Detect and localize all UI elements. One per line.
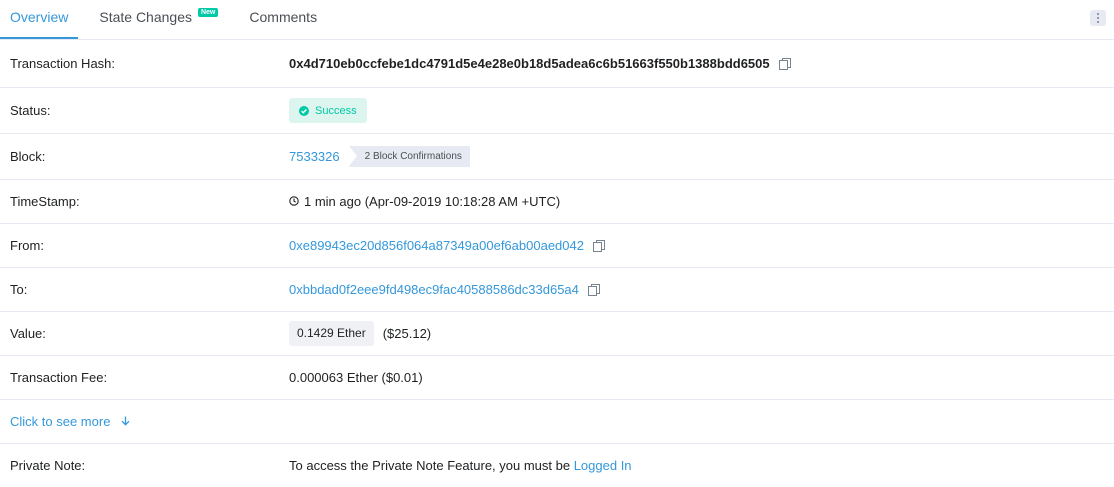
timestamp-value: 1 min ago (Apr-09-2019 10:18:28 AM +UTC) xyxy=(304,194,561,209)
timestamp-label: TimeStamp: xyxy=(10,194,80,209)
tab-overview-label: Overview xyxy=(10,9,69,25)
private-note-label: Private Note: xyxy=(10,458,86,473)
status-label: Status: xyxy=(10,103,51,118)
see-more-link[interactable]: Click to see more xyxy=(10,414,130,429)
block-number-link[interactable]: 7533326 xyxy=(289,149,340,164)
transaction-hash-value: 0x4d710eb0ccfebe1dc4791d5e4e28e0b18d5ade… xyxy=(289,56,770,71)
to-address-link[interactable]: 0xbbdad0f2eee9fd498ec9fac40588586dc33d65… xyxy=(289,282,579,297)
to-label: To: xyxy=(10,282,28,297)
status-badge: Success xyxy=(289,98,367,123)
clock-icon xyxy=(289,194,299,209)
row-timestamp: TimeStamp: 1 min ago (Apr-09-2019 10:18:… xyxy=(0,180,1114,224)
block-confirmations-badge: 2 Block Confirmations xyxy=(348,146,470,167)
row-see-more: Click to see more xyxy=(0,400,1114,444)
block-label: Block: xyxy=(10,149,46,164)
transaction-fee-value: 0.000063 Ether ($0.01) xyxy=(289,370,423,385)
from-label: From: xyxy=(10,238,44,253)
row-transaction-hash: Transaction Hash: 0x4d710eb0ccfebe1dc479… xyxy=(0,40,1114,88)
status-text: Success xyxy=(315,104,357,117)
ether-amount-badge: 0.1429 Ether xyxy=(289,321,374,346)
tab-comments[interactable]: Comments xyxy=(239,0,327,39)
row-from: From: 0xe89943ec20d856f064a87349a00ef6ab… xyxy=(0,224,1114,268)
more-options-icon[interactable] xyxy=(1090,10,1106,26)
tab-bar: Overview State Changes New Comments xyxy=(0,0,1114,40)
tab-comments-label: Comments xyxy=(249,9,318,25)
tab-state-changes-label: State Changes xyxy=(99,9,192,25)
value-label: Value: xyxy=(10,326,46,341)
tab-state-changes[interactable]: State Changes New xyxy=(89,0,228,39)
usd-value: ($25.12) xyxy=(382,326,432,341)
row-status: Status: Success xyxy=(0,88,1114,134)
new-badge: New xyxy=(197,8,219,17)
row-private-note: Private Note: To access the Private Note… xyxy=(0,444,1114,487)
row-to: To: 0xbbdad0f2eee9fd498ec9fac40588586dc3… xyxy=(0,268,1114,312)
copy-icon[interactable] xyxy=(587,283,600,296)
transaction-fee-label: Transaction Fee: xyxy=(10,370,108,385)
check-circle-icon xyxy=(299,105,309,116)
row-block: Block: 7533326 2 Block Confirmations xyxy=(0,134,1114,180)
tab-overview[interactable]: Overview xyxy=(0,0,79,39)
private-note-text: To access the Private Note Feature, you … xyxy=(289,458,574,473)
row-value: Value: 0.1429 Ether ($25.12) xyxy=(0,312,1114,356)
logged-in-link[interactable]: Logged In xyxy=(574,458,632,473)
copy-icon[interactable] xyxy=(778,57,791,70)
from-address-link[interactable]: 0xe89943ec20d856f064a87349a00ef6ab00aed0… xyxy=(289,238,584,253)
arrow-down-icon xyxy=(121,414,130,429)
row-transaction-fee: Transaction Fee: 0.000063 Ether ($0.01) xyxy=(0,356,1114,400)
transaction-hash-label: Transaction Hash: xyxy=(10,56,116,71)
copy-icon[interactable] xyxy=(592,239,605,252)
see-more-label: Click to see more xyxy=(10,414,111,429)
